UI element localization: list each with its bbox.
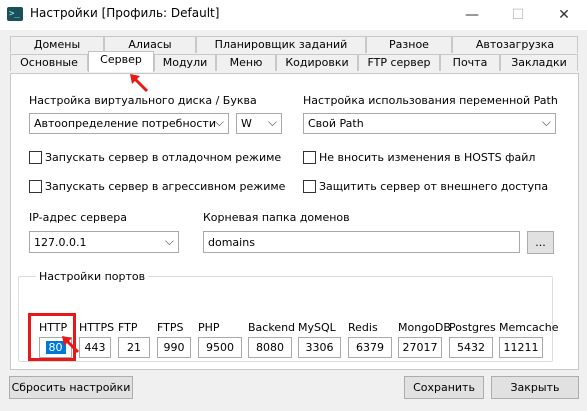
debug-mode-checkbox[interactable]	[29, 151, 42, 164]
maximize-button[interactable]: ☐	[495, 0, 541, 30]
terminal-app-icon: >_	[7, 7, 23, 21]
port-label-postgres: Postgres	[449, 321, 496, 334]
path-select[interactable]: Свой Path ⌵	[303, 113, 556, 134]
title-bar: >_ Настройки [Профиль: Default] — ☐ ✕	[0, 0, 587, 30]
port-label-redis: Redis	[348, 321, 378, 334]
aggressive-mode-checkbox[interactable]	[29, 180, 42, 193]
save-button[interactable]: Сохранить	[404, 376, 484, 399]
port-input-mongodb[interactable]: 27017	[398, 337, 442, 358]
vdisk-select-value: Автоопределение потребности	[34, 117, 216, 130]
chevron-down-icon: ⌵	[541, 115, 551, 129]
port-label-ftp: FTP	[118, 321, 138, 334]
port-input-redis[interactable]: 6379	[348, 337, 392, 358]
port-label-memcache: Memcache	[499, 321, 559, 334]
tab-modules[interactable]: Модули	[154, 54, 216, 71]
tab-mail[interactable]: Почта	[440, 54, 500, 71]
port-input-ftp[interactable]: 21	[118, 337, 150, 358]
settings-dialog: Домены Алиасы Планировщик заданий Разное…	[0, 30, 587, 411]
drive-letter-value: W	[241, 117, 252, 130]
hosts-file-checkbox[interactable]	[303, 151, 316, 164]
root-folder-input[interactable]: domains	[203, 231, 520, 253]
tab-autostart[interactable]: Автозагрузка	[452, 36, 578, 53]
chevron-down-icon: ⌵	[164, 234, 174, 248]
tab-server[interactable]: Сервер	[88, 51, 154, 72]
port-input-mysql[interactable]: 3306	[298, 337, 341, 358]
port-label-mongodb: MongoDB	[398, 321, 451, 334]
ip-address-value: 127.0.0.1	[34, 236, 87, 249]
port-label-backend: Backend	[248, 321, 296, 334]
port-label-https: HTTPS	[79, 321, 115, 334]
ports-group-title: Настройки портов	[36, 270, 149, 283]
root-folder-value: domains	[208, 236, 255, 249]
ip-address-select[interactable]: 127.0.0.1 ⌵	[29, 231, 179, 253]
port-input-https[interactable]: 443	[79, 337, 111, 358]
port-input-postgres[interactable]: 5432	[449, 337, 493, 358]
window-title: Настройки [Профиль: Default]	[30, 6, 220, 20]
browse-folder-button[interactable]: ...	[527, 231, 554, 254]
port-label-php: PHP	[198, 321, 220, 334]
port-label-mysql: MySQL	[298, 321, 336, 334]
port-input-php[interactable]: 9500	[198, 337, 242, 358]
path-select-value: Свой Path	[308, 117, 364, 130]
tab-menu[interactable]: Меню	[216, 54, 276, 71]
chevron-down-icon: ⌵	[267, 115, 277, 129]
close-window-button[interactable]: ✕	[541, 0, 587, 30]
chevron-down-icon: ⌵	[214, 115, 224, 129]
close-button[interactable]: Закрыть	[491, 376, 579, 399]
port-input-ftps[interactable]: 990	[157, 337, 191, 358]
protect-server-checkbox[interactable]	[303, 180, 316, 193]
tab-bookmarks[interactable]: Закладки	[500, 54, 578, 71]
drive-letter-select[interactable]: W ⌵	[236, 113, 282, 134]
tab-general[interactable]: Основные	[10, 54, 88, 71]
vdisk-select[interactable]: Автоопределение потребности ⌵	[29, 113, 229, 134]
arrow-annotation-icon	[130, 74, 149, 93]
port-input-backend[interactable]: 8080	[248, 337, 292, 358]
minimize-button[interactable]: —	[449, 0, 495, 30]
tab-misc[interactable]: Разное	[366, 36, 452, 53]
tab-ftp-server[interactable]: FTP сервер	[358, 54, 440, 71]
reset-settings-button[interactable]: Сбросить настройки	[9, 376, 133, 399]
tab-encodings[interactable]: Кодировки	[276, 54, 358, 71]
arrow-annotation-icon	[62, 336, 80, 354]
port-label-ftps: FTPS	[157, 321, 184, 334]
tab-scheduler[interactable]: Планировщик заданий	[196, 36, 366, 53]
port-input-memcache[interactable]: 11211	[499, 337, 543, 358]
